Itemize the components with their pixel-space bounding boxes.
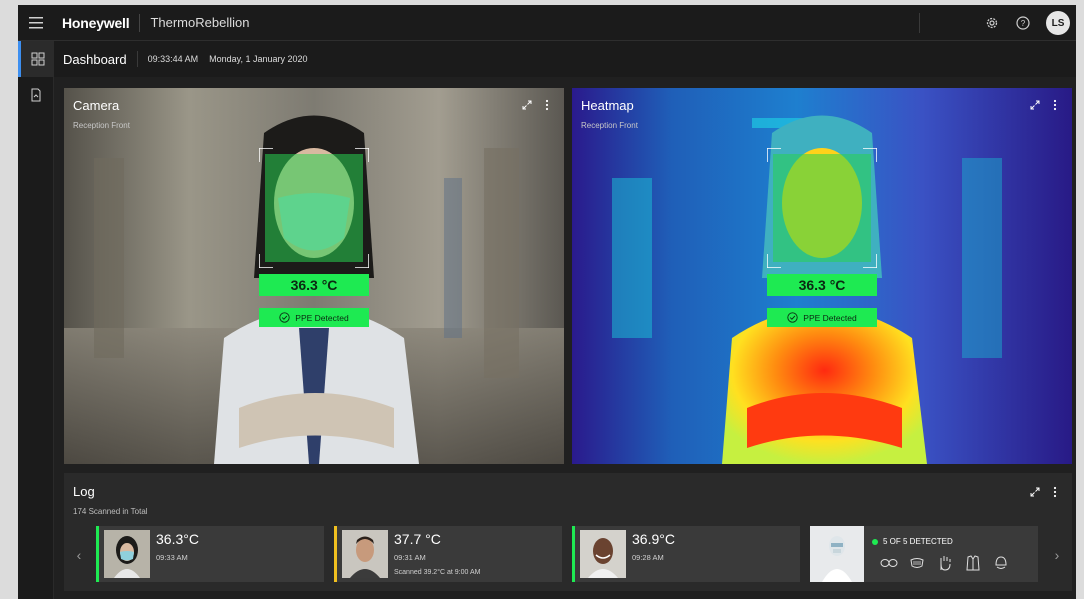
person-photo [342,530,388,578]
current-time: 09:33:44 AM [147,54,199,64]
hamburger-menu-icon[interactable] [18,5,54,41]
face-highlight [265,154,363,262]
expand-icon[interactable] [520,98,534,112]
status-bar [334,526,337,582]
check-circle-icon [279,312,290,323]
help-icon[interactable]: ? [1015,15,1031,31]
ppe-summary-card[interactable]: 5 OF 5 DETECTED [810,526,1038,582]
top-divider [919,13,920,33]
check-circle-icon [787,312,798,323]
log-time: 09:31 AM [394,553,426,562]
face-detection-box [259,148,369,268]
brand-divider [139,13,141,32]
page-header: Dashboard 09:33:44 AM Monday, 1 January … [54,41,1076,77]
ppe-detected-count: 5 OF 5 DETECTED [883,537,953,546]
nav-dashboard-icon[interactable] [18,41,54,77]
status-bar [572,526,575,582]
face-highlight [773,154,871,262]
expand-icon[interactable] [1028,485,1042,499]
glove-icon [936,554,954,572]
header-divider [136,51,138,67]
ppe-status-badge: PPE Detected [767,308,877,327]
settings-gear-icon[interactable] [984,15,1000,31]
log-temperature: 37.7 °C [394,531,441,547]
mask-icon [908,554,926,572]
chevron-right-icon[interactable]: › [1046,527,1068,583]
log-time: 09:28 AM [632,553,664,562]
user-avatar[interactable]: LS [1046,11,1070,35]
more-options-icon[interactable] [540,98,554,112]
temperature-badge: 36.3 °C [259,274,369,296]
log-note: Scanned 39.2°C at 9:00 AM [394,569,481,576]
goggles-icon [880,554,898,572]
log-time: 09:33 AM [156,553,188,562]
camera-panel-title: Camera [73,98,120,113]
page-title: Dashboard [63,51,127,67]
log-entry-card[interactable]: 36.9°C 09:28 AM [572,526,800,582]
left-nav [18,41,54,599]
ppe-status-label: PPE Detected [803,312,857,323]
heatmap-panel: 36.3 °C PPE Detected Heatmap Reception F… [572,88,1072,464]
gown-icon [964,554,982,572]
app-window: Honeywell ThermoRebellion ? LS Dashboard… [18,5,1076,599]
app-name: ThermoRebellion [150,15,250,30]
more-options-icon[interactable] [1048,98,1062,112]
log-temperature: 36.9°C [632,531,675,547]
camera-panel: 36.3 °C PPE Detected Camera Reception Fr… [64,88,564,464]
top-bar: Honeywell ThermoRebellion ? LS [18,5,1076,41]
camera-location: Reception Front [73,121,130,130]
person-photo [104,530,150,578]
more-options-icon[interactable] [1048,485,1062,499]
expand-icon[interactable] [1028,98,1042,112]
log-entry-card[interactable]: 36.3°C 09:33 AM [96,526,324,582]
log-title: Log [73,484,95,499]
chevron-left-icon[interactable]: ‹ [68,527,90,583]
ppe-status-label: PPE Detected [295,312,349,323]
face-detection-box [767,148,877,268]
brand-logo: Honeywell [62,14,130,31]
log-panel: Log 174 Scanned in Total ‹ › 36.3°C 09:3… [64,473,1072,591]
ppe-status-badge: PPE Detected [259,308,369,327]
current-date: Monday, 1 January 2020 [209,54,308,64]
log-entry-card[interactable]: 37.7 °C 09:31 AM Scanned 39.2°C at 9:00 … [334,526,562,582]
ppe-person-photo [810,526,864,582]
heatmap-location: Reception Front [581,121,638,130]
heatmap-panel-title: Heatmap [581,98,634,113]
person-photo [580,530,626,578]
scanned-total: 174 Scanned in Total [73,507,148,516]
temperature-badge: 36.3 °C [767,274,877,296]
status-dot [872,538,878,545]
log-temperature: 36.3°C [156,531,199,547]
cap-icon [992,554,1010,572]
status-bar [96,526,99,582]
nav-report-icon[interactable] [18,77,54,113]
svg-text:?: ? [1021,19,1026,28]
